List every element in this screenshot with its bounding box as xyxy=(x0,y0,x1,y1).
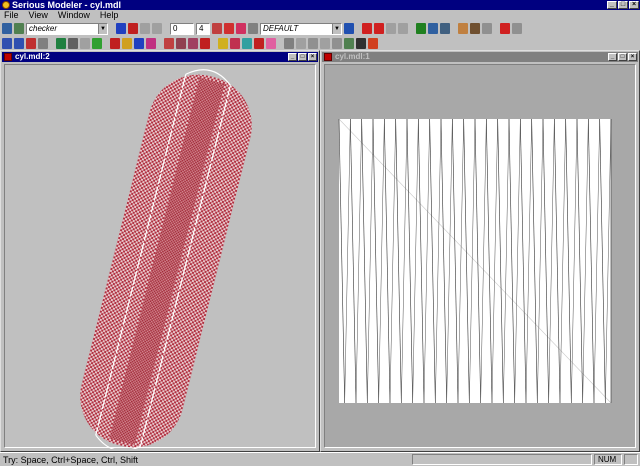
cylinder-render xyxy=(80,69,252,452)
rotate-icon[interactable] xyxy=(80,38,90,49)
app-titlebar: Serious Modeler - cyl.mdl _ □ × xyxy=(0,0,640,10)
forward-icon[interactable] xyxy=(296,38,306,49)
axis-x-icon[interactable] xyxy=(164,38,174,49)
color-icon[interactable] xyxy=(134,38,144,49)
menu-bar: File View Window Help xyxy=(0,10,640,21)
light-icon[interactable] xyxy=(122,38,132,49)
uv-map xyxy=(338,118,612,404)
texture-view-icon[interactable] xyxy=(458,23,468,34)
view-maximize-button[interactable]: □ xyxy=(298,53,307,61)
surface-icon[interactable] xyxy=(110,38,120,49)
view-maximize-button[interactable]: □ xyxy=(618,53,627,61)
sound-icon[interactable] xyxy=(344,38,354,49)
transform-icon[interactable] xyxy=(200,38,210,49)
view-minimize-button[interactable]: _ xyxy=(288,53,297,61)
view-minimize-button[interactable]: _ xyxy=(608,53,617,61)
invert-icon[interactable] xyxy=(254,38,264,49)
open-icon[interactable] xyxy=(14,23,24,34)
view-titlebar-inactive[interactable]: cyl.mdl:1 _ □ × xyxy=(322,52,638,62)
lights-icon[interactable] xyxy=(416,23,426,34)
anim-edit-icon[interactable] xyxy=(344,23,354,34)
pin-icon[interactable] xyxy=(500,23,510,34)
texture-viewport[interactable] xyxy=(324,64,636,448)
animation-select[interactable]: DEFAULT ▼ xyxy=(260,22,342,35)
step-forward-icon[interactable] xyxy=(398,23,408,34)
close-button[interactable]: × xyxy=(629,1,639,9)
new-icon[interactable] xyxy=(2,23,12,34)
view-titlebar[interactable]: cyl.mdl:2 _ □ × xyxy=(2,52,318,62)
texture-next-icon[interactable] xyxy=(152,23,162,34)
texture-remove-icon[interactable] xyxy=(128,23,138,34)
view-window-1: cyl.mdl:1 _ □ × xyxy=(320,50,640,452)
fast-forward-icon[interactable] xyxy=(374,23,384,34)
collision-icon[interactable] xyxy=(320,38,330,49)
cylinder-mesh xyxy=(80,69,252,452)
zoom-in-icon[interactable] xyxy=(2,38,12,49)
paint-icon[interactable] xyxy=(146,38,156,49)
anim-settings-icon[interactable] xyxy=(248,23,258,34)
save-icon[interactable] xyxy=(356,38,366,49)
chevron-down-icon[interactable]: ▼ xyxy=(332,23,341,34)
menu-window[interactable]: Window xyxy=(58,10,90,21)
texture-select-value: checker xyxy=(29,23,58,33)
toolbar-tools xyxy=(2,36,638,51)
menu-view[interactable]: View xyxy=(29,10,48,21)
axis-z-icon[interactable] xyxy=(188,38,198,49)
vertex-icon[interactable] xyxy=(92,38,102,49)
view-title: cyl.mdl:1 xyxy=(335,52,370,61)
menu-help[interactable]: Help xyxy=(100,10,119,21)
attach-icon[interactable] xyxy=(332,38,342,49)
texture-select[interactable]: checker ▼ xyxy=(26,22,108,35)
move-icon[interactable] xyxy=(38,38,48,49)
play-icon[interactable] xyxy=(224,23,234,34)
select-all-icon[interactable] xyxy=(230,38,240,49)
view-title: cyl.mdl:2 xyxy=(15,52,50,61)
axis-y-icon[interactable] xyxy=(176,38,186,49)
refresh-icon[interactable] xyxy=(308,38,318,49)
deselect-icon[interactable] xyxy=(242,38,252,49)
frame-go-icon[interactable] xyxy=(212,23,222,34)
minimize-button[interactable]: _ xyxy=(607,1,617,9)
toolbar-main: checker ▼ 0 4 DEFAULT ▼ xyxy=(2,21,638,36)
step-back-icon[interactable] xyxy=(386,23,396,34)
animation-select-value: DEFAULT xyxy=(263,23,299,33)
render-icon[interactable] xyxy=(470,23,480,34)
zoom-out-icon[interactable] xyxy=(14,38,24,49)
texture-prev-icon[interactable] xyxy=(140,23,150,34)
status-bar: Try: Space, Ctrl+Space, Ctrl, Shift NUM xyxy=(0,452,640,466)
preview-icon[interactable] xyxy=(428,23,438,34)
wireframe-icon[interactable] xyxy=(482,23,492,34)
pen-icon[interactable] xyxy=(512,23,522,34)
menu-file[interactable]: File xyxy=(4,10,19,21)
status-panel-extra xyxy=(624,454,638,465)
model-icon xyxy=(4,53,12,61)
view-close-button[interactable]: × xyxy=(628,53,637,61)
model-icon xyxy=(324,53,332,61)
app-icon xyxy=(2,1,10,9)
bones-icon[interactable] xyxy=(368,38,378,49)
frame-field[interactable]: 0 xyxy=(170,22,194,35)
select-icon[interactable] xyxy=(218,38,228,49)
maximize-button[interactable]: □ xyxy=(618,1,628,9)
app-title: Serious Modeler - cyl.mdl xyxy=(12,0,122,10)
mirror-icon[interactable] xyxy=(26,38,36,49)
scale-icon[interactable] xyxy=(68,38,78,49)
camera-icon[interactable] xyxy=(440,23,450,34)
rewind-icon[interactable] xyxy=(362,23,372,34)
texture-add-icon[interactable] xyxy=(116,23,126,34)
view-close-button[interactable]: × xyxy=(308,53,317,61)
model-viewport[interactable] xyxy=(4,64,316,452)
chevron-down-icon[interactable]: ▼ xyxy=(98,23,107,34)
mapping-icon[interactable] xyxy=(56,38,66,49)
status-panel xyxy=(412,454,592,465)
status-message: Try: Space, Ctrl+Space, Ctrl, Shift xyxy=(3,455,138,465)
patch-icon[interactable] xyxy=(266,38,276,49)
view-window-2: cyl.mdl:2 _ □ × xyxy=(0,50,320,452)
num-lock-indicator: NUM xyxy=(594,454,622,465)
back-icon[interactable] xyxy=(284,38,294,49)
frame-next-icon[interactable] xyxy=(236,23,246,34)
frame-step-field[interactable]: 4 xyxy=(196,22,210,35)
